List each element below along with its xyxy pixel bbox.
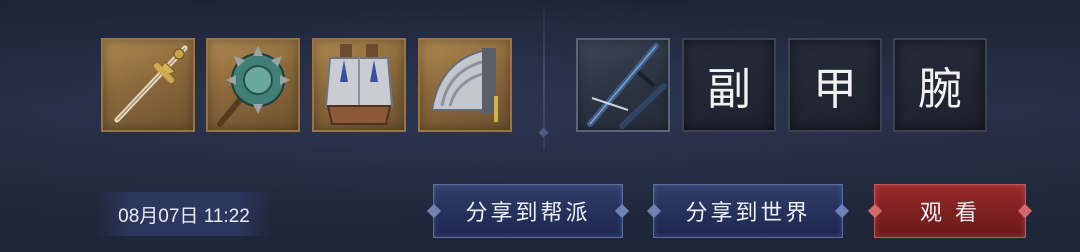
equipment-slot-offhand[interactable]: [206, 38, 300, 132]
share-to-guild-button[interactable]: 分享到帮派: [426, 184, 630, 238]
slot-label: 副: [707, 64, 751, 115]
equipment-slot-weapon[interactable]: [101, 38, 195, 132]
equipment-slot-secondary-weapon[interactable]: [576, 38, 670, 132]
watch-label: 观 看: [920, 201, 980, 226]
watch-button[interactable]: 观 看: [867, 184, 1033, 238]
equipment-slot-chest[interactable]: [312, 38, 406, 132]
divider-ornament: [538, 127, 549, 138]
button-ornament: [646, 203, 662, 219]
timestamp: 08月07日 11:22: [96, 192, 272, 236]
button-ornament: [867, 203, 883, 219]
share-to-world-label: 分享到世界: [685, 201, 811, 226]
jade-spiked-mace-icon: [217, 46, 290, 127]
equipment-slot-shoulder[interactable]: [418, 38, 512, 132]
button-ornament: [1017, 203, 1033, 219]
equipment-share-panel: 副 甲 腕 08月07日 11:22 分享到帮派 分享到世界 观 看: [0, 0, 1080, 252]
steel-pauldron-icon: [430, 48, 498, 122]
equipment-slot-empty-3[interactable]: 腕: [893, 38, 987, 132]
button-ornament: [614, 203, 630, 219]
golden-sword-icon: [114, 45, 188, 123]
equipment-slot-empty-1[interactable]: 副: [682, 38, 776, 132]
equipment-slot-empty-2[interactable]: 甲: [788, 38, 882, 132]
slot-label: 甲: [813, 64, 857, 115]
blue-katana-icon: [587, 43, 667, 129]
button-ornament: [426, 203, 442, 219]
share-to-guild-label: 分享到帮派: [465, 201, 591, 226]
slot-label: 腕: [918, 64, 962, 115]
silver-chest-armor-icon: [324, 44, 394, 125]
share-to-world-button[interactable]: 分享到世界: [646, 184, 850, 238]
button-ornament: [834, 203, 850, 219]
